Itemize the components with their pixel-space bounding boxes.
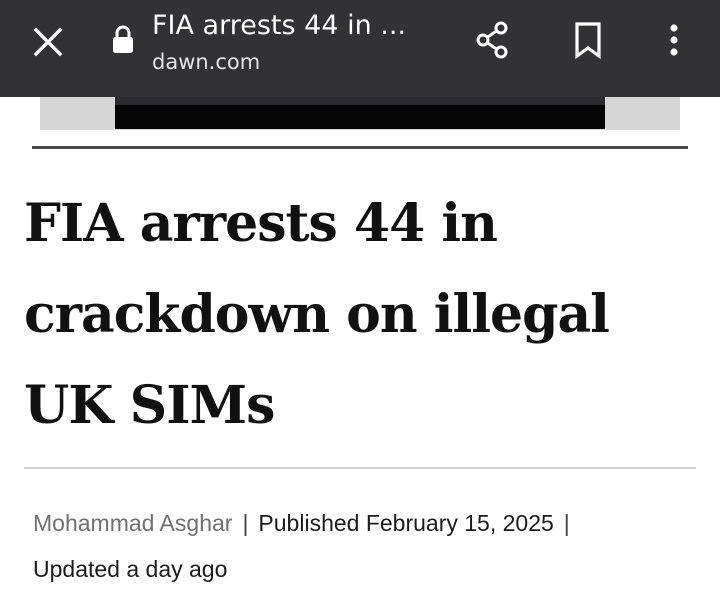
menu-button[interactable] <box>652 16 696 64</box>
bookmark-button[interactable] <box>566 16 610 64</box>
browser-toolbar: FIA arrests 44 in ... dawn.com <box>0 0 720 97</box>
published-date: Published February 15, 2025 <box>258 510 554 536</box>
photo-band <box>115 97 605 105</box>
close-icon <box>33 27 63 57</box>
url-bar[interactable]: FIA arrests 44 in ... dawn.com <box>152 8 452 76</box>
updated-time: Updated a day ago <box>33 556 228 582</box>
page-domain: dawn.com <box>152 50 261 74</box>
byline-separator: | <box>563 510 570 536</box>
article-headline: FIA arrests 44 in crackdown on illegal U… <box>24 193 610 436</box>
divider <box>32 146 688 149</box>
article-image <box>40 97 680 130</box>
lock-icon <box>113 25 133 53</box>
article-photo <box>115 97 605 129</box>
page-title: FIA arrests 44 in ... <box>152 10 407 41</box>
bookmark-icon <box>575 22 601 59</box>
share-button[interactable] <box>468 16 516 64</box>
byline-separator: | <box>242 510 249 536</box>
close-button[interactable] <box>26 20 70 64</box>
divider <box>24 467 696 469</box>
byline: Mohammad Asghar | Published February 15, 2… <box>33 500 693 592</box>
author-link[interactable]: Mohammad Asghar <box>33 510 232 536</box>
share-icon <box>476 21 508 59</box>
more-vert-icon <box>670 24 678 56</box>
